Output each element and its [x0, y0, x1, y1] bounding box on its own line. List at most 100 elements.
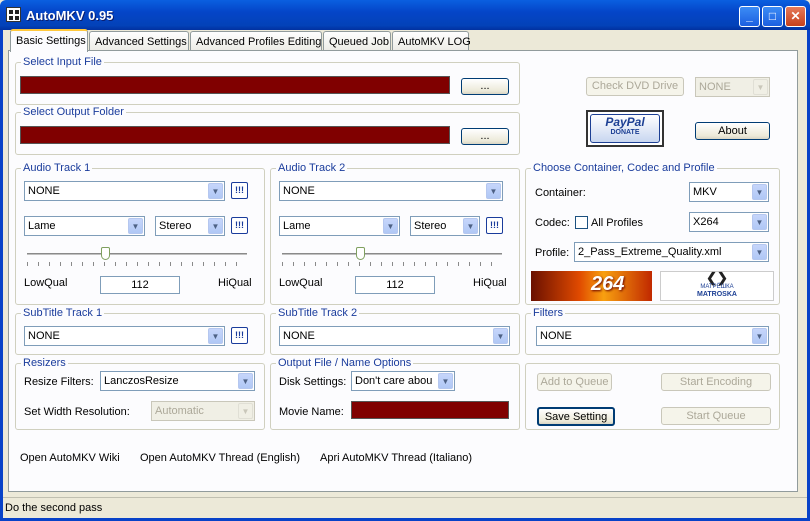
audio-track-2-label: Audio Track 2: [276, 162, 348, 174]
close-button[interactable]: ✕: [785, 6, 806, 27]
subtitle-track-1-select[interactable]: NONE ▼: [24, 326, 225, 346]
add-to-queue-button[interactable]: Add to Queue: [537, 373, 612, 391]
disk-settings-label: Disk Settings:: [279, 376, 347, 388]
audio-1-channels-value: Stereo: [159, 220, 192, 232]
codec-label: Codec:: [535, 217, 570, 229]
audio-2-channels-value: Stereo: [414, 220, 447, 232]
audio-1-quality-slider-track[interactable]: [27, 253, 247, 255]
container-value: MKV: [693, 186, 717, 198]
browse-output-button[interactable]: ...: [461, 128, 509, 145]
audio-2-codec-value: Lame: [283, 220, 311, 232]
container-codec-label: Choose Container, Codec and Profile: [531, 162, 717, 174]
audio-1-channels-select[interactable]: Stereo ▼: [155, 216, 225, 236]
chevron-down-icon: ▼: [493, 328, 508, 344]
audio-2-codec-info-button[interactable]: !!!: [486, 217, 503, 234]
minimize-button[interactable]: _: [739, 6, 760, 27]
audio-2-quality-slider-track[interactable]: [282, 253, 502, 255]
audio-1-bitrate-field[interactable]: 112: [100, 276, 180, 294]
thread-italian-link[interactable]: Apri AutoMKV Thread (Italiano): [320, 452, 472, 464]
start-encoding-button[interactable]: Start Encoding: [661, 373, 771, 391]
audio-2-lowqual-label: LowQual: [279, 277, 323, 289]
audio-2-channels-select[interactable]: Stereo ▼: [410, 216, 480, 236]
output-options-label: Output File / Name Options: [276, 357, 414, 369]
resize-filter-value: LanczosResize: [104, 375, 179, 387]
subtitle-track-2-label: SubTitle Track 2: [276, 307, 360, 319]
input-file-label: Select Input File: [21, 56, 104, 68]
window-title: AutoMKV 0.95: [26, 8, 114, 23]
audio-track-2-select[interactable]: NONE ▼: [279, 181, 503, 201]
audio-1-codec-info-button[interactable]: !!!: [231, 217, 248, 234]
title-bar[interactable]: [0, 0, 810, 30]
audio-track-1-info-button[interactable]: !!!: [231, 182, 248, 199]
audio-1-hiqual-label: HiQual: [218, 277, 252, 289]
profile-value: 2_Pass_Extreme_Quality.xml: [578, 246, 722, 258]
movie-name-label: Movie Name:: [279, 406, 344, 418]
subtitle-1-info-button[interactable]: !!!: [231, 327, 248, 344]
resize-filter-select[interactable]: LanczosResize ▼: [100, 371, 255, 391]
tab-queued-job[interactable]: Queued Job: [323, 31, 391, 51]
filters-value: NONE: [540, 330, 572, 342]
check-dvd-button[interactable]: Check DVD Drive: [586, 77, 684, 96]
audio-track-1-value: NONE: [28, 185, 60, 197]
subtitle-track-2-value: NONE: [283, 330, 315, 342]
dvd-drive-select[interactable]: NONE ▼: [695, 77, 770, 97]
movie-name-field[interactable]: [351, 401, 509, 419]
filters-label: Filters: [531, 307, 565, 319]
audio-1-codec-select[interactable]: Lame ▼: [24, 216, 145, 236]
save-setting-button[interactable]: Save Setting: [537, 407, 615, 426]
tab-advanced-settings[interactable]: Advanced Settings: [89, 31, 189, 51]
chevron-down-icon: ▼: [208, 183, 223, 199]
matroska-logo-text-ru: МАТРЁШКА: [700, 284, 734, 290]
app-icon: [6, 7, 21, 22]
x264-logo-text: 264: [591, 273, 625, 295]
browse-input-button[interactable]: ...: [461, 78, 509, 95]
tab-advanced-profiles-editing[interactable]: Advanced Profiles Editing: [190, 31, 322, 51]
tab-automkv-log[interactable]: AutoMKV LOG: [392, 31, 471, 51]
codec-select[interactable]: X264 ▼: [689, 212, 769, 232]
filters-select[interactable]: NONE ▼: [536, 326, 769, 346]
disk-settings-select[interactable]: Don't care abou ▼: [351, 371, 455, 391]
profile-select[interactable]: 2_Pass_Extreme_Quality.xml ▼: [574, 242, 769, 262]
audio-2-codec-select[interactable]: Lame ▼: [279, 216, 400, 236]
subtitle-track-2-select[interactable]: NONE ▼: [279, 326, 510, 346]
chevron-down-icon: ▼: [752, 328, 767, 344]
audio-2-slider-ticks: [282, 262, 502, 266]
start-queue-button[interactable]: Start Queue: [661, 407, 771, 425]
wiki-link[interactable]: Open AutoMKV Wiki: [20, 452, 120, 464]
matroska-logo: ❮❯ МАТРЁШКА MATROSKA: [660, 271, 774, 301]
thread-english-link[interactable]: Open AutoMKV Thread (English): [140, 452, 300, 464]
chevron-down-icon: ▼: [238, 403, 253, 419]
container-select[interactable]: MKV ▼: [689, 182, 769, 202]
audio-2-bitrate-field[interactable]: 112: [355, 276, 435, 294]
codec-value: X264: [693, 216, 719, 228]
audio-1-slider-ticks: [27, 262, 247, 266]
width-resolution-label: Set Width Resolution:: [24, 406, 130, 418]
paypal-donate-button[interactable]: PayPal DONATE: [586, 110, 664, 147]
chevron-down-icon: ▼: [128, 218, 143, 234]
matroska-icon: ❮❯: [706, 270, 728, 285]
all-profiles-checkbox[interactable]: [575, 216, 588, 229]
width-resolution-select[interactable]: Automatic ▼: [151, 401, 255, 421]
audio-track-2-value: NONE: [283, 185, 315, 197]
status-bar: Do the second pass: [3, 497, 807, 518]
audio-1-slider-thumb[interactable]: [101, 247, 110, 260]
output-folder-field[interactable]: [20, 126, 450, 144]
chevron-down-icon: ▼: [753, 79, 768, 95]
output-folder-label: Select Output Folder: [21, 106, 126, 118]
status-text: Do the second pass: [5, 502, 103, 514]
audio-1-codec-value: Lame: [28, 220, 56, 232]
audio-track-1-select[interactable]: NONE ▼: [24, 181, 225, 201]
chevron-down-icon: ▼: [208, 218, 223, 234]
paypal-logo: PayPal: [605, 115, 645, 129]
paypal-donate-label: DONATE: [610, 129, 640, 136]
about-button[interactable]: About: [695, 122, 770, 140]
chevron-down-icon: ▼: [752, 214, 767, 230]
audio-2-slider-thumb[interactable]: [356, 247, 365, 260]
audio-track-1-label: Audio Track 1: [21, 162, 93, 174]
input-file-field[interactable]: [20, 76, 450, 94]
chevron-down-icon: ▼: [752, 184, 767, 200]
tab-basic-settings[interactable]: Basic Settings: [10, 29, 88, 52]
profile-label: Profile:: [535, 247, 570, 259]
x264-logo: 264: [531, 271, 652, 301]
maximize-button[interactable]: □: [762, 6, 783, 27]
